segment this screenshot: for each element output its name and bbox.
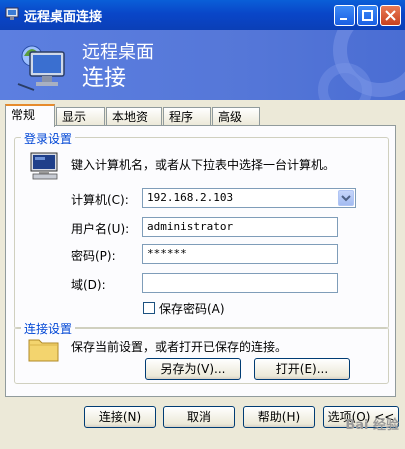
- tab-general[interactable]: 常规: [5, 104, 55, 127]
- tab-advanced[interactable]: 高级: [212, 107, 260, 125]
- help-button[interactable]: 帮助(H): [243, 406, 315, 428]
- save-password-label[interactable]: 保存密码(A): [159, 300, 225, 317]
- computer-icon: [30, 152, 58, 180]
- chevron-down-icon: [341, 195, 351, 202]
- minimize-icon: [340, 18, 347, 20]
- open-button[interactable]: 打开(E)...: [254, 358, 350, 380]
- banner-title-line2: 连接: [82, 66, 127, 91]
- tab-display[interactable]: 显示: [56, 107, 105, 125]
- username-label: 用户名(U):: [71, 222, 130, 236]
- watermark: Bai 经验: [345, 418, 399, 433]
- domain-label: 域(D):: [71, 278, 106, 292]
- password-field[interactable]: ******: [142, 244, 338, 264]
- save-as-button[interactable]: 另存为(V)...: [145, 358, 241, 380]
- computer-label: 计算机(C):: [71, 193, 129, 207]
- remote-desktop-banner-icon: [17, 45, 65, 91]
- tab-panel-general: 登录设置 键入计算机名，或者从下拉表中选择一台计算机。 计算机(C): 192.…: [5, 125, 396, 397]
- tab-programs[interactable]: 程序: [163, 107, 211, 125]
- save-password-checkbox[interactable]: [143, 302, 155, 314]
- login-settings-group: 登录设置 键入计算机名，或者从下拉表中选择一台计算机。 计算机(C): 192.…: [14, 130, 389, 329]
- window-title: 远程桌面连接: [24, 10, 103, 25]
- maximize-button[interactable]: [357, 5, 378, 26]
- login-settings-title: 登录设置: [21, 130, 76, 147]
- connection-settings-group: 连接设置 保存当前设置，或者打开已保存的连接。 另存为(V)... 打开(E).…: [14, 320, 389, 384]
- cancel-button[interactable]: 取消: [163, 406, 235, 428]
- computer-value: 192.168.2.103: [147, 191, 234, 204]
- maximize-icon: [362, 10, 373, 21]
- computer-dropdown-button[interactable]: [338, 190, 354, 206]
- close-button[interactable]: [380, 5, 401, 26]
- minimize-button[interactable]: [334, 5, 355, 26]
- header-banner: 远程桌面 连接: [0, 30, 405, 100]
- login-instruction: 键入计算机名，或者从下拉表中选择一台计算机。: [71, 158, 336, 172]
- connect-button[interactable]: 连接(N): [84, 406, 156, 428]
- tab-local-resources[interactable]: 本地资源: [106, 107, 162, 142]
- username-field[interactable]: administrator: [142, 217, 338, 237]
- remote-desktop-app-icon: [5, 7, 19, 20]
- folder-icon: [28, 339, 59, 362]
- computer-combobox[interactable]: 192.168.2.103: [142, 188, 356, 208]
- connection-instruction: 保存当前设置，或者打开已保存的连接。: [71, 340, 288, 354]
- close-icon: [385, 10, 396, 21]
- title-bar[interactable]: 远程桌面连接: [0, 0, 405, 30]
- banner-decoration: [318, 30, 405, 100]
- password-label: 密码(P):: [71, 249, 116, 263]
- domain-field[interactable]: [142, 273, 338, 293]
